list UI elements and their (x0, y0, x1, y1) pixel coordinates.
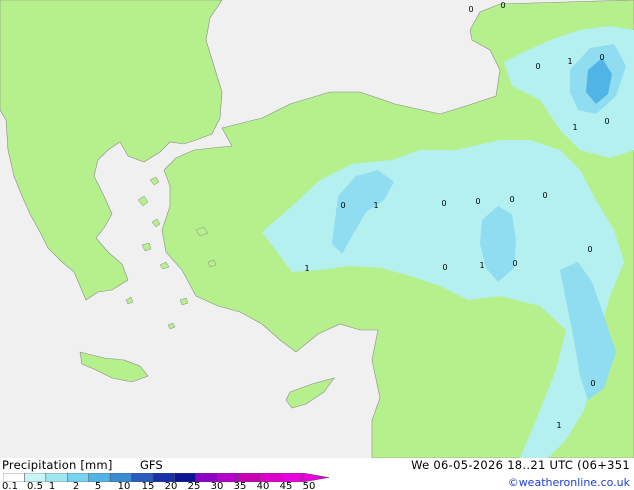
legend-tick-label: 5 (94, 481, 102, 490)
cell-value-label: 1 (373, 201, 378, 210)
model-name: GFS (140, 458, 163, 472)
cell-value-label: 1 (556, 421, 561, 430)
legend-tick-label: 35 (233, 481, 247, 490)
cell-value-label: 1 (479, 261, 484, 270)
precipitation-map-panel: 00010100100000101001 Precipitation [mm] … (0, 0, 634, 490)
legend-tick-label: 40 (256, 481, 270, 490)
legend-tick-label: 2 (72, 481, 80, 490)
cell-value-label: 1 (567, 57, 572, 66)
legend-tick-label: 30 (210, 481, 224, 490)
legend-tick-label: 1 (48, 481, 56, 490)
cell-value-label: 0 (500, 1, 505, 10)
footer: Precipitation [mm] GFS We 06-05-2026 18.… (0, 458, 634, 490)
legend-tick-label: 10 (117, 481, 131, 490)
cell-value-label: 0 (587, 245, 592, 254)
cell-value-label: 0 (590, 379, 595, 388)
credit-text: ©weatheronline.co.uk (507, 476, 630, 489)
cell-value-label: 0 (512, 259, 517, 268)
cell-value-label: 0 (340, 201, 345, 210)
legend-tick-label: 15 (141, 481, 155, 490)
cell-value-label: 1 (304, 264, 309, 273)
cell-value-label: 0 (604, 117, 609, 126)
cell-value-label: 0 (599, 53, 604, 62)
legend-tick-label: 0.5 (27, 481, 43, 490)
legend-tick-label: 0.1 (2, 481, 18, 490)
legend-tick-label: 50 (302, 481, 316, 490)
cell-value-label: 0 (442, 263, 447, 272)
product-title: Precipitation [mm] (2, 458, 113, 472)
cell-value-label: 0 (542, 191, 547, 200)
cell-value-label: 0 (535, 62, 540, 71)
cell-value-label: 0 (468, 5, 473, 14)
legend-tick-label: 20 (164, 481, 178, 490)
cell-value-label: 0 (509, 195, 514, 204)
cell-value-label: 0 (441, 199, 446, 208)
legend-tick-label: 45 (279, 481, 293, 490)
forecast-map: 0 0 0 1 0 1 0 0 1 0 0 0 0 0 1 0 1 0 0 1 (0, 0, 634, 458)
legend-tick-label: 25 (187, 481, 201, 490)
run-time: We 06-05-2026 18..21 UTC (06+351 (411, 458, 630, 472)
cell-value-label: 0 (475, 197, 480, 206)
cell-value-label: 1 (572, 123, 577, 132)
